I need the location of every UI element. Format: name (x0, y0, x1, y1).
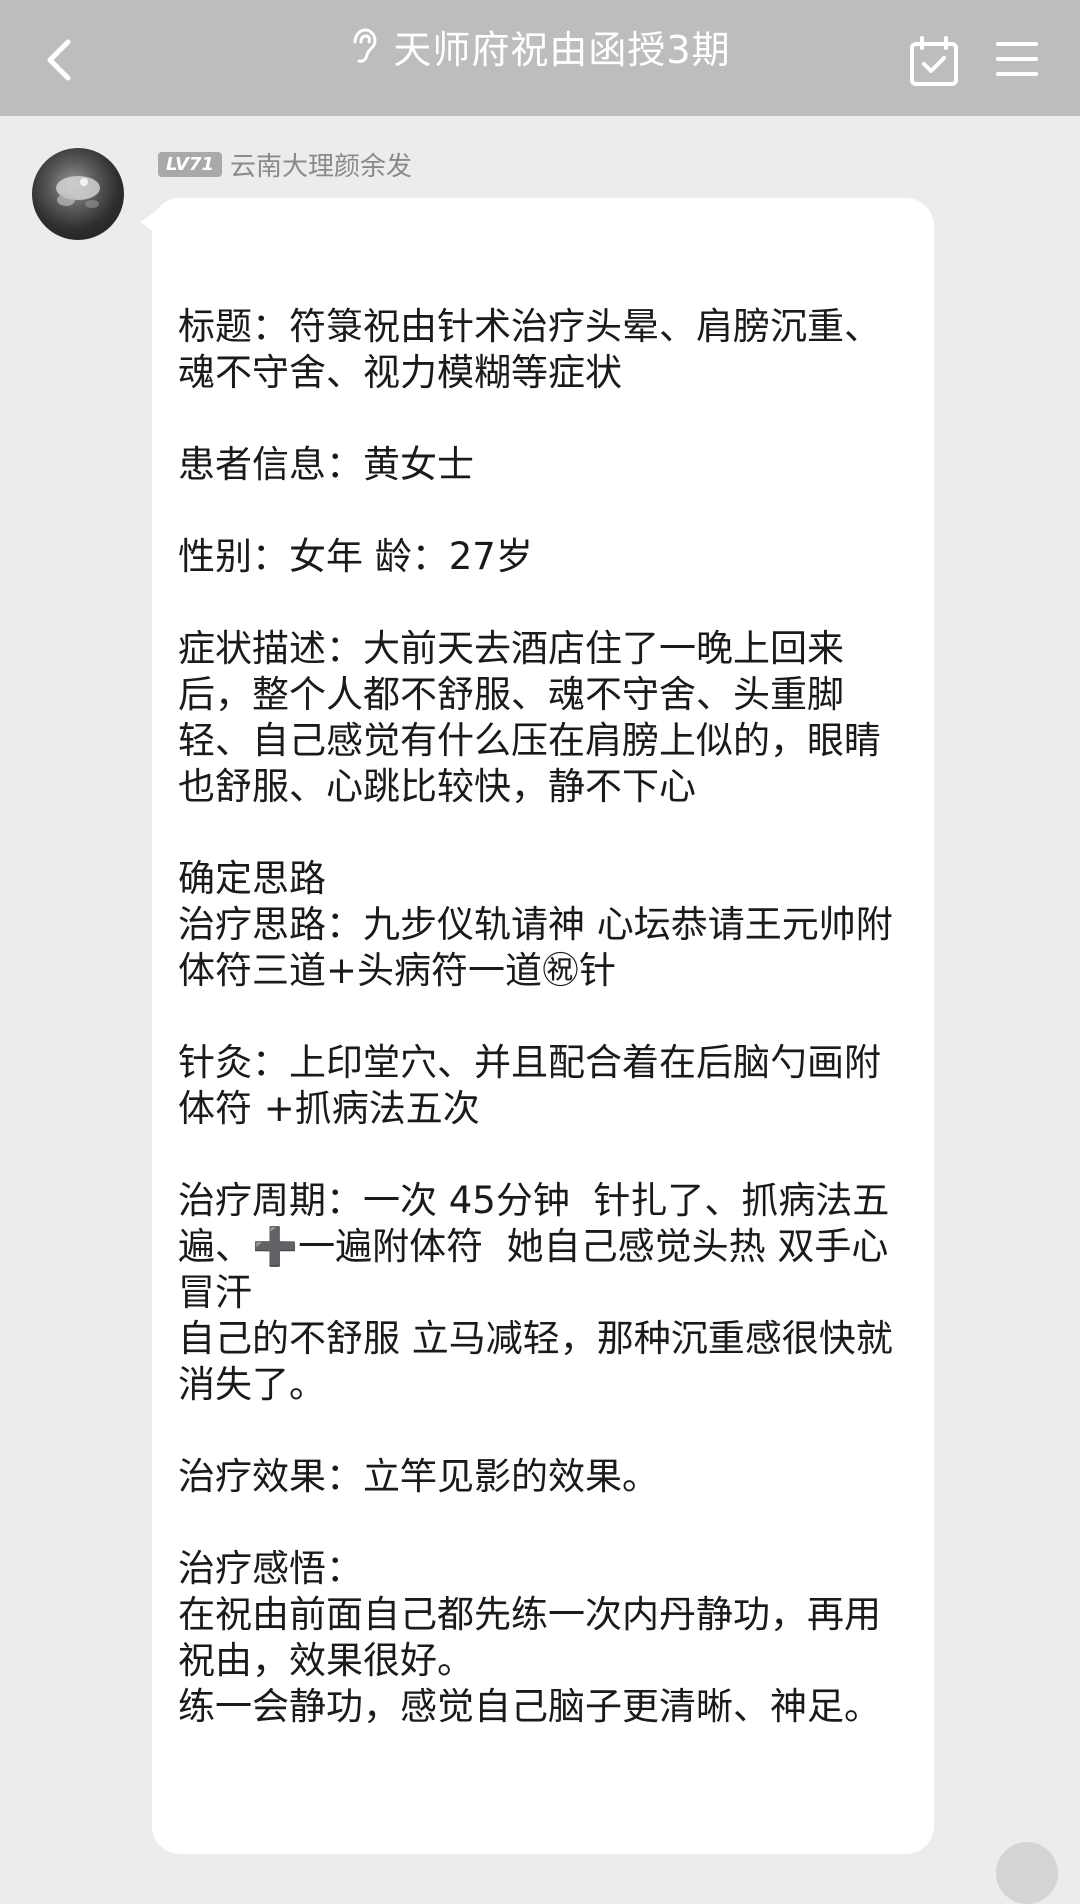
message-line: 确定思路 (178, 857, 326, 900)
calendar-button[interactable] (906, 34, 962, 90)
calendar-check-icon (910, 36, 958, 86)
message-line: 治疗周期：一次 45分钟 针扎了、抓病法五遍、➕一遍附体符 她自己感觉头热 双手… (178, 1179, 890, 1314)
message-line: 性别：女年 龄：27岁 (178, 535, 533, 578)
message-line: 标题：符箓祝由针术治疗头晕、肩膀沉重、魂不守舍、视力模糊等症状 (178, 305, 881, 394)
level-badge: LV71 (158, 151, 222, 177)
menu-button[interactable] (992, 34, 1042, 84)
avatar[interactable] (32, 148, 124, 240)
message-line: 患者信息：黄女士 (178, 443, 474, 486)
ear-icon (349, 27, 379, 65)
message-bubble[interactable]: 标题：符箓祝由针术治疗头晕、肩膀沉重、魂不守舍、视力模糊等症状 患者信息：黄女士… (152, 198, 934, 1854)
scroll-down-button[interactable] (996, 1842, 1058, 1904)
sender-name[interactable]: 云南大理颜余发 (230, 146, 412, 183)
message-line: 练一会静功，感觉自己脑子更清晰、神足。 (178, 1685, 881, 1728)
message-line: 症状描述：大前天去酒店住了一晚上回来后，整个人都不舒服、魂不守舍、头重脚轻、自己… (178, 627, 881, 808)
menu-icon (996, 42, 1038, 76)
message-line: 针灸：上印堂穴、并且配合着在后脑勺画附体符 +抓病法五次 (178, 1041, 881, 1130)
message-line: 自己的不舒服 立马减轻，那种沉重感很快就消失了。 (178, 1317, 893, 1406)
top-bar: 天师府祝由函授3期 (0, 0, 1080, 116)
avatar-image (56, 176, 100, 208)
message-line: 治疗效果：立竿见影的效果。 (178, 1455, 659, 1498)
sender-info: LV71 云南大理颜余发 (158, 146, 412, 182)
message-line: 治疗感悟： (178, 1547, 363, 1590)
page-title: 天师府祝由函授3期 (393, 27, 731, 72)
message-line: 在祝由前面自己都先练一次内丹静功，再用祝由，效果很好。 (178, 1593, 881, 1682)
message-line: 治疗思路：九步仪轨请神 心坛恭请王元帅附体符三道+头病符一道㊗针 (178, 903, 893, 992)
message-text: 标题：符箓祝由针术治疗头晕、肩膀沉重、魂不守舍、视力模糊等症状 患者信息：黄女士… (178, 304, 894, 1730)
